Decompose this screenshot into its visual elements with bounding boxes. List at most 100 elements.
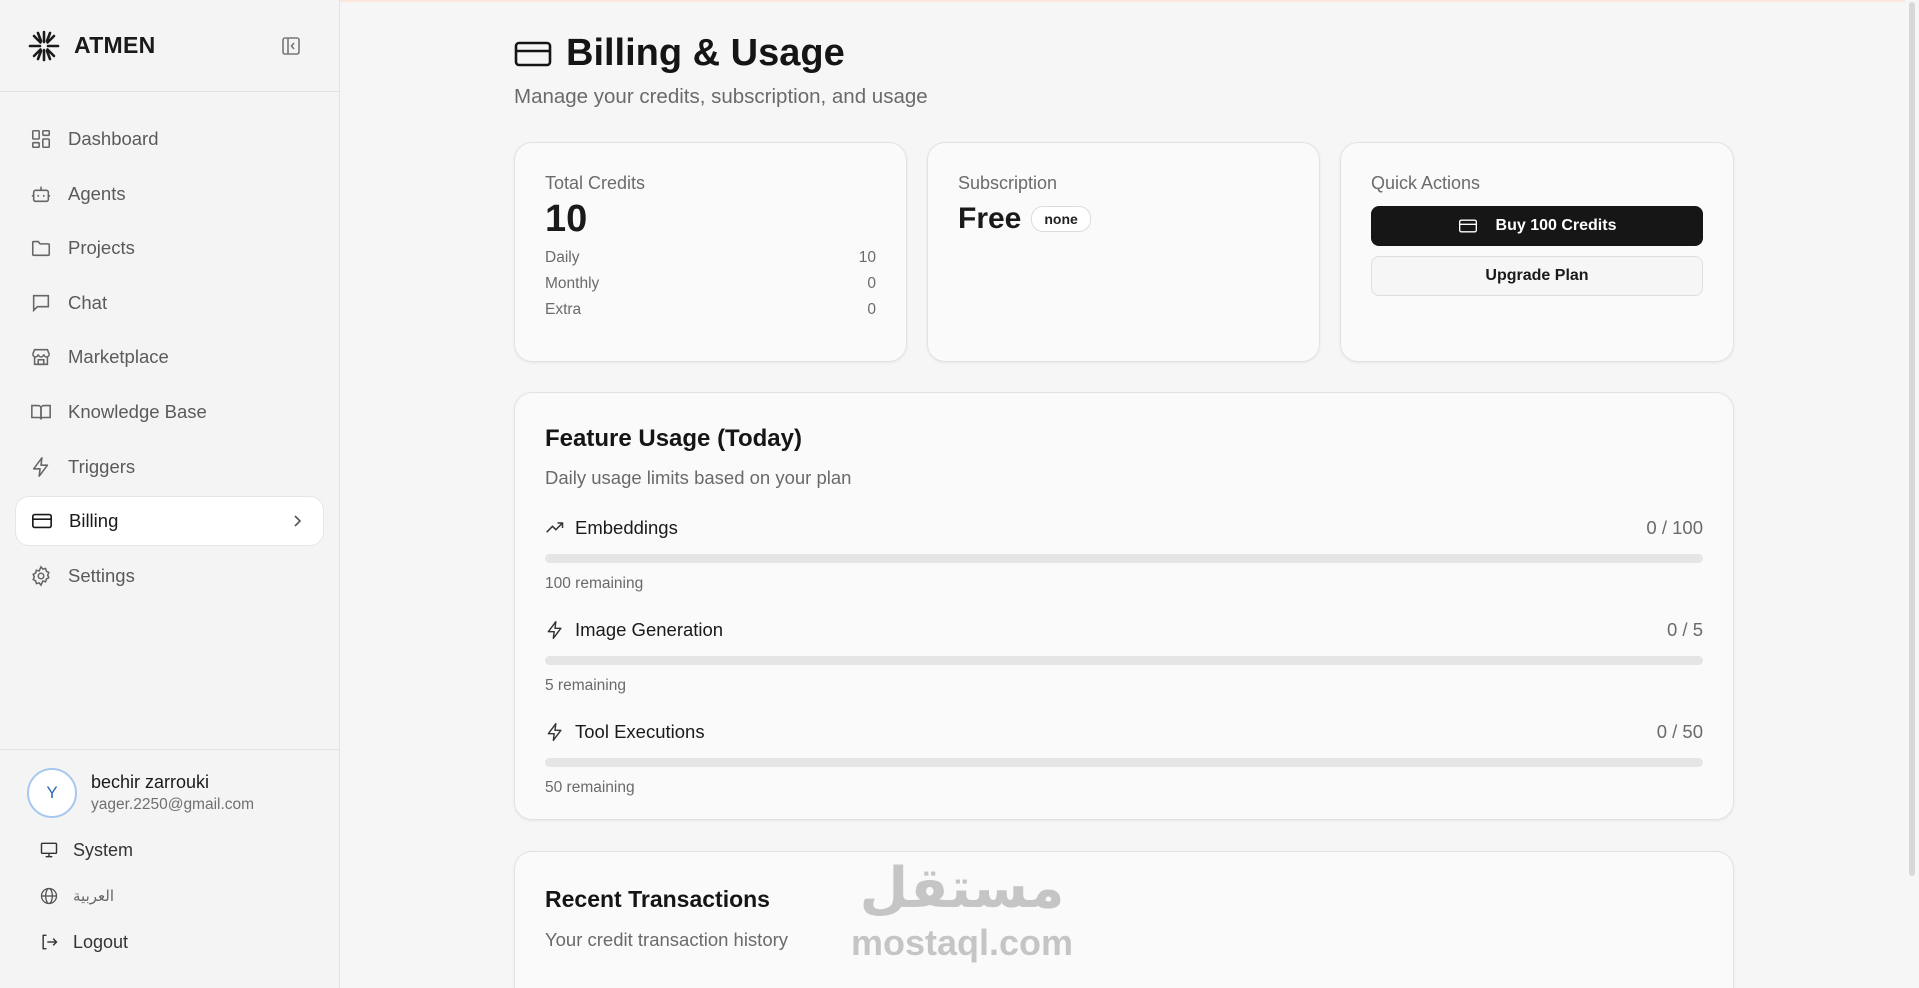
credit-row-label: Daily (545, 249, 580, 266)
progress-bar (545, 554, 1703, 563)
watermark-latin: mostaql.com (851, 922, 1073, 963)
feature-usage-card: Feature Usage (Today) Daily usage limits… (514, 392, 1734, 820)
chevron-right-icon (294, 515, 302, 527)
section-subtitle: Daily usage limits based on your plan (545, 467, 852, 488)
sidebar-item-label: Dashboard (68, 128, 159, 149)
sidebar-item-chat[interactable]: Chat (15, 278, 324, 328)
upgrade-plan-button[interactable]: Upgrade Plan (1371, 256, 1703, 296)
buy-credits-label: Buy 100 Credits (1495, 217, 1617, 234)
sidebar-item-label: Agents (68, 182, 126, 204)
quick-actions-card: Quick Actions Buy 100 Credits Upgrade Pl… (1340, 142, 1734, 362)
page-header: Billing & Usage (514, 32, 845, 75)
usage-name: Image Generation (575, 619, 724, 640)
page-title: Billing & Usage (566, 32, 845, 74)
section-title: Recent Transactions (545, 886, 770, 912)
credit-card-icon (1458, 219, 1477, 233)
subscription-plan: Free (958, 202, 1022, 235)
credit-row-value: 10 (858, 249, 876, 266)
usage-name: Embeddings (575, 517, 678, 538)
sidebar-item-label: Projects (68, 237, 135, 259)
trending-up-icon (546, 522, 564, 533)
sidebar-item-agents[interactable]: Agents (15, 169, 324, 219)
credit-row-value: 0 (867, 301, 876, 318)
user-email: yager.2250@gmail.com (91, 796, 255, 813)
asterisk-logo-icon (28, 30, 60, 61)
user-name: bechir zarrouki (91, 772, 210, 792)
avatar: Y (27, 768, 77, 818)
subscription-card: Subscription Free none (927, 142, 1320, 362)
sidebar-item-settings[interactable]: Settings (15, 551, 324, 601)
credit-card-icon (32, 513, 52, 529)
credit-row-daily: Daily 10 (545, 249, 876, 267)
main-nav: Dashboard Agents Projects Chat Marketpla… (0, 92, 339, 601)
progress-bar (545, 758, 1703, 767)
sidebar-item-label: Billing (69, 510, 119, 532)
brand-name: ATMEN (74, 32, 156, 58)
theme-label: System (73, 839, 134, 860)
logout-label: Logout (73, 931, 129, 952)
usage-value: 0 / 5 (1667, 619, 1703, 640)
scrollbar-track[interactable] (1905, 0, 1919, 988)
usage-remaining: 5 remaining (545, 677, 626, 694)
folder-icon (31, 240, 51, 257)
sidebar-item-label: Chat (68, 291, 108, 313)
user-area: Y bechir zarrouki yager.2250@gmail.com S… (0, 749, 339, 962)
sidebar-item-label: Marketplace (68, 346, 169, 368)
monitor-icon (40, 842, 58, 858)
sidebar-item-dashboard[interactable]: Dashboard (15, 114, 324, 164)
book-icon (31, 404, 51, 420)
brand-header: ATMEN (0, 0, 339, 92)
upgrade-plan-label: Upgrade Plan (1485, 267, 1589, 284)
credit-row-label: Extra (545, 301, 582, 318)
total-credits-value: 10 (545, 198, 588, 240)
card-label: Total Credits (545, 173, 646, 193)
dashboard-icon (31, 129, 51, 149)
language-toggle[interactable]: العربية (27, 876, 339, 916)
chat-icon (32, 294, 50, 312)
usage-item-image-generation: Image Generation 0 / 5 5 remaining (545, 619, 1703, 695)
logout-button[interactable]: Logout (27, 922, 339, 962)
gear-icon (32, 565, 50, 587)
page-subtitle: Manage your credits, subscription, and u… (514, 85, 928, 108)
credit-row-label: Monthly (545, 275, 600, 292)
progress-bar (545, 656, 1703, 665)
sidebar-item-label: Settings (68, 564, 135, 586)
recent-transactions-card: Recent Transactions Your credit transact… (514, 851, 1734, 988)
buy-credits-button[interactable]: Buy 100 Credits (1371, 206, 1703, 246)
usage-name: Tool Executions (575, 721, 705, 742)
sidebar-collapse-icon[interactable] (281, 36, 301, 56)
credit-row-value: 0 (867, 275, 876, 292)
sidebar-item-marketplace[interactable]: Marketplace (15, 332, 324, 382)
section-title: Feature Usage (Today) (545, 425, 802, 452)
card-label: Subscription (958, 173, 1058, 193)
section-subtitle: Your credit transaction history (545, 929, 789, 950)
sidebar-item-knowledge-base[interactable]: Knowledge Base (15, 387, 324, 437)
usage-item-tool-executions: Tool Executions 0 / 50 50 remaining (545, 721, 1703, 797)
usage-value: 0 / 100 (1646, 517, 1703, 538)
sidebar-item-triggers[interactable]: Triggers (15, 442, 324, 492)
sidebar: ATMEN Dashboard Agents Projects Chat Mar… (0, 0, 340, 988)
sidebar-item-billing[interactable]: Billing (15, 496, 324, 547)
user-profile[interactable]: Y bechir zarrouki yager.2250@gmail.com (27, 768, 339, 818)
globe-icon (40, 887, 58, 905)
usage-value: 0 / 50 (1656, 721, 1703, 742)
bolt-icon (547, 722, 562, 742)
usage-item-embeddings: Embeddings 0 / 100 100 remaining (545, 517, 1703, 593)
status-badge: none (1031, 206, 1091, 232)
mostaql-watermark: مستقل mostaql.com (851, 856, 1073, 963)
store-icon (31, 349, 51, 366)
bolt-icon (32, 456, 49, 477)
sidebar-item-projects[interactable]: Projects (15, 223, 324, 273)
total-credits-card: Total Credits 10 Daily 10 Monthly 0 Extr… (514, 142, 907, 362)
logout-icon (42, 934, 58, 950)
sidebar-item-label: Knowledge Base (68, 400, 207, 422)
credit-row-monthly: Monthly 0 (545, 275, 876, 293)
usage-remaining: 100 remaining (545, 575, 644, 592)
credit-card-icon (514, 41, 552, 66)
card-label: Quick Actions (1371, 173, 1481, 193)
scrollbar-thumb[interactable] (1909, 2, 1915, 876)
sidebar-item-label: Triggers (68, 455, 136, 477)
language-label: العربية (73, 888, 114, 905)
theme-toggle[interactable]: System (27, 830, 339, 870)
usage-remaining: 50 remaining (545, 779, 635, 796)
